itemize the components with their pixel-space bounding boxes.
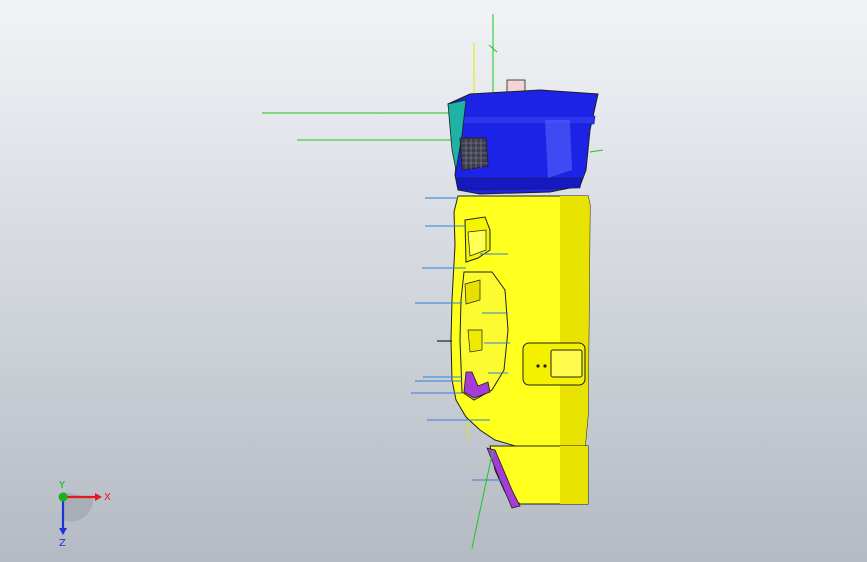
lower-foot-shade [560,446,588,504]
orientation-triad[interactable]: X Y Z [45,480,125,550]
blue-cap-lower-ring [455,177,583,191]
z-axis-arrowhead [59,528,67,535]
z-axis-label: Z [59,538,66,549]
cavity-ledge [464,279,481,305]
blue-cap-highlight [545,120,572,178]
cavity-bracket [467,329,483,353]
green-diagonal-leader [471,449,494,549]
x-axis-arrowhead [95,493,102,501]
x-axis-label: X [104,492,111,503]
y-axis-label: Y [58,480,66,491]
cad-viewport[interactable]: X Y Z [0,0,867,562]
body-shade [560,196,590,448]
green-cap-tick [589,149,604,153]
blue-cap-band [457,115,596,125]
port-dot-2 [543,364,547,368]
top-knob[interactable] [506,79,526,93]
y-axis-dot [58,492,68,502]
model-view[interactable] [0,0,867,562]
port-opening[interactable] [550,349,583,378]
port-dot-1 [536,364,540,368]
